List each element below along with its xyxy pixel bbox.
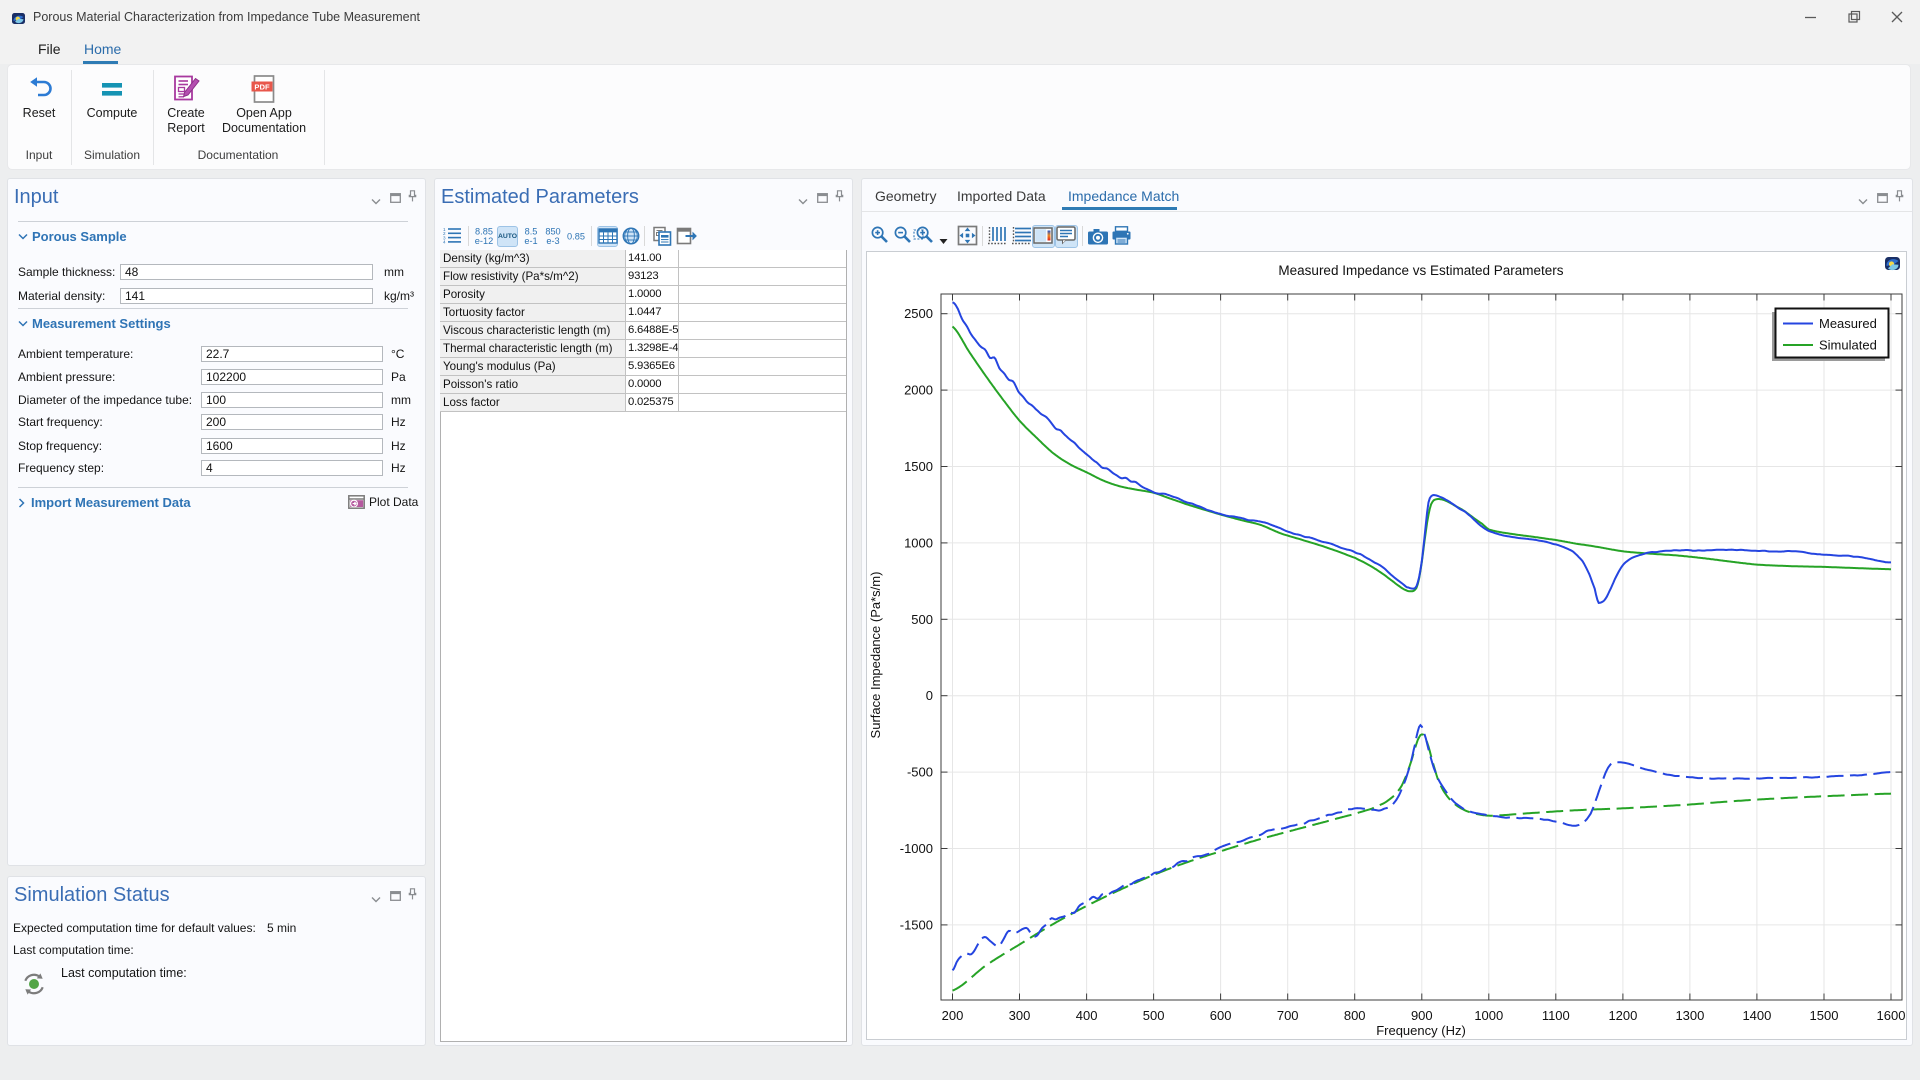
svg-text:-1500: -1500 xyxy=(900,917,933,932)
svg-text:Frequency (Hz): Frequency (Hz) xyxy=(1376,1023,1466,1038)
svg-text:e-3: e-3 xyxy=(546,236,559,246)
svg-text:Simulated: Simulated xyxy=(1819,338,1877,353)
svg-text:1300: 1300 xyxy=(1675,1008,1704,1023)
svg-text:500: 500 xyxy=(911,612,933,627)
svg-text:1000: 1000 xyxy=(1474,1008,1503,1023)
svg-text:1100: 1100 xyxy=(1542,1008,1570,1023)
svg-text:e-1: e-1 xyxy=(524,236,537,246)
svg-text:1600: 1600 xyxy=(1877,1008,1906,1023)
svg-text:1500: 1500 xyxy=(904,459,933,474)
svg-text:-500: -500 xyxy=(907,765,933,780)
svg-text:Measured: Measured xyxy=(1819,316,1877,331)
svg-text:Surface Impedance (Pa*s/m): Surface Impedance (Pa*s/m) xyxy=(868,572,883,739)
svg-text:700: 700 xyxy=(1277,1008,1299,1023)
svg-text:8.85: 8.85 xyxy=(475,226,493,236)
svg-text:300: 300 xyxy=(1009,1008,1031,1023)
svg-text:4: 4 xyxy=(443,240,446,244)
svg-text:PDF: PDF xyxy=(254,82,270,91)
svg-text:8.5: 8.5 xyxy=(525,226,538,236)
svg-text:500: 500 xyxy=(1143,1008,1165,1023)
svg-text:600: 600 xyxy=(1210,1008,1232,1023)
svg-text:1500: 1500 xyxy=(1810,1008,1839,1023)
svg-text:2000: 2000 xyxy=(904,383,933,398)
svg-text:0: 0 xyxy=(926,688,933,703)
svg-text:-1000: -1000 xyxy=(900,841,933,856)
svg-text:1000: 1000 xyxy=(904,535,933,550)
svg-text:e-12: e-12 xyxy=(475,236,493,246)
svg-text:Measured Impedance vs Estimate: Measured Impedance vs Estimated Paramete… xyxy=(1278,263,1563,278)
svg-text:2500: 2500 xyxy=(904,306,933,321)
svg-text:800: 800 xyxy=(1344,1008,1366,1023)
svg-text:400: 400 xyxy=(1076,1008,1098,1023)
svg-text:0.85: 0.85 xyxy=(567,232,585,242)
svg-text:1400: 1400 xyxy=(1742,1008,1771,1023)
svg-text:200: 200 xyxy=(942,1008,964,1023)
svg-text:900: 900 xyxy=(1411,1008,1433,1023)
svg-text:1200: 1200 xyxy=(1608,1008,1637,1023)
svg-text:850: 850 xyxy=(545,226,560,236)
